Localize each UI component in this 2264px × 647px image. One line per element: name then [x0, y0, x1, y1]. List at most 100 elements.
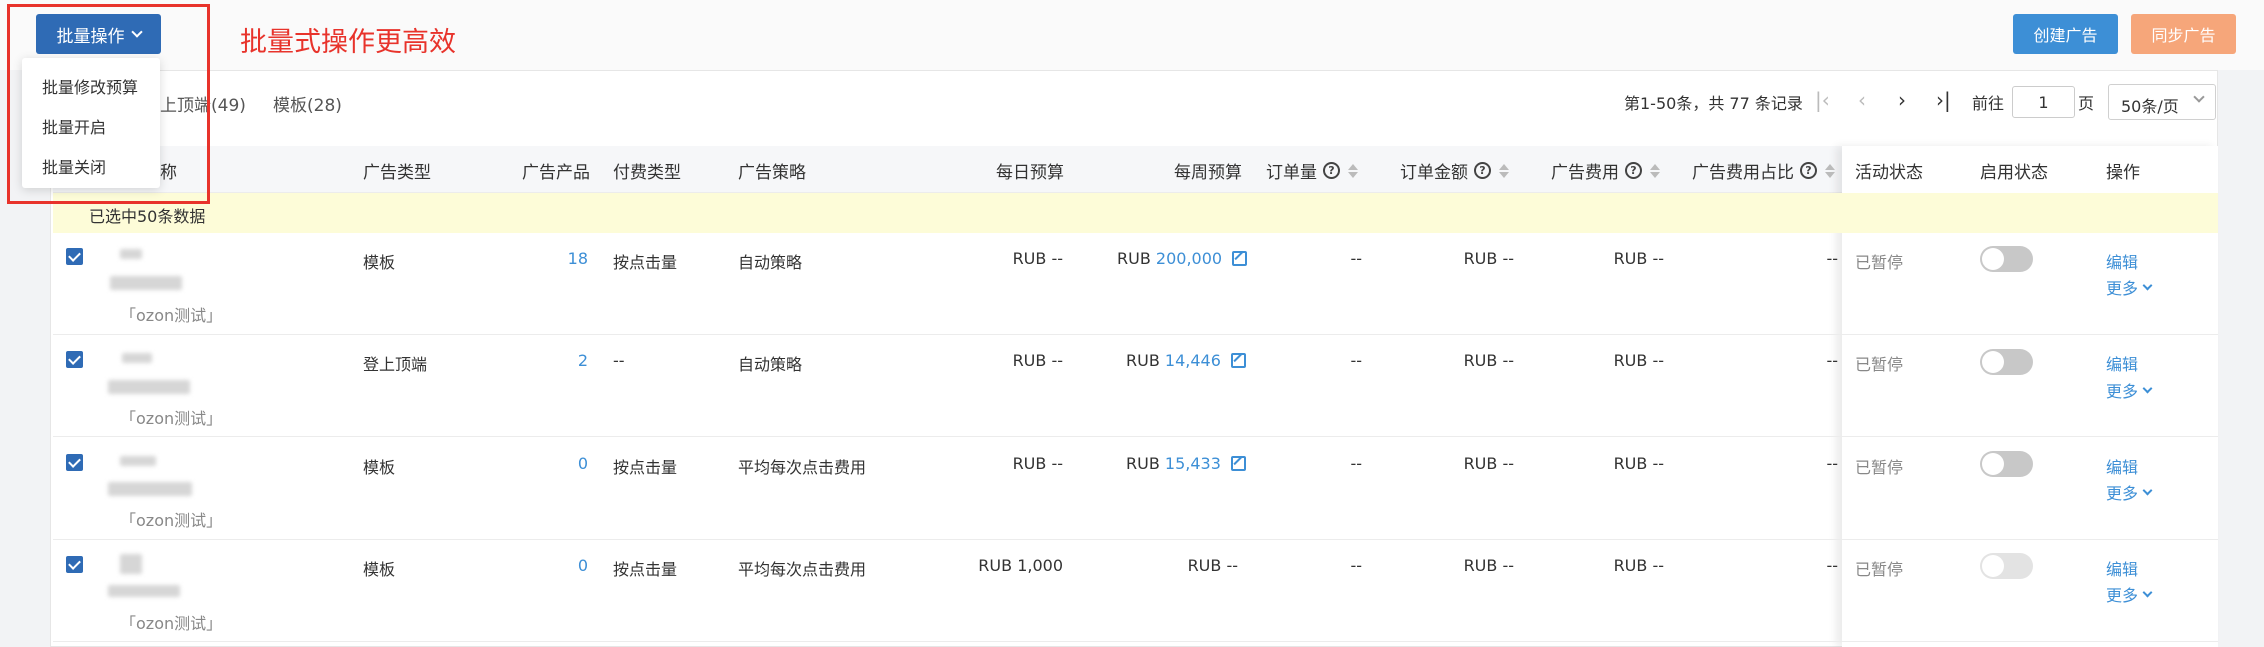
row-ad-type: 登上顶端 — [363, 355, 428, 374]
row-weekly-currency: RUB -- — [1187, 556, 1238, 575]
edit-link[interactable]: 编辑 — [2106, 556, 2138, 580]
enable-toggle[interactable] — [1980, 349, 2033, 375]
selection-banner: 已选中50条数据 — [53, 193, 2218, 233]
row-ad-cost: RUB -- — [1613, 556, 1664, 575]
blurred-name — [110, 276, 182, 290]
sort-icon[interactable] — [1825, 163, 1835, 178]
enable-toggle[interactable] — [1980, 553, 2033, 579]
prev-page-icon[interactable]: ‹ — [1858, 88, 1866, 112]
next-page-icon[interactable]: › — [1898, 88, 1906, 112]
tab-template[interactable]: 模板(28) — [273, 91, 342, 116]
col-orders[interactable]: 订单量 ? — [1266, 158, 1358, 183]
row-strategy: 平均每次点击费用 — [738, 458, 867, 477]
row-ad-cost: RUB -- — [1613, 351, 1664, 370]
col-cost-ratio-label: 广告费用占比 — [1692, 163, 1794, 183]
row-divider — [53, 334, 2218, 335]
help-icon[interactable]: ? — [1474, 162, 1491, 179]
page-number-input[interactable]: 1 — [2012, 86, 2075, 118]
help-icon[interactable]: ? — [1323, 162, 1340, 179]
col-cost-ratio[interactable]: 广告费用占比 ? — [1692, 158, 1835, 183]
row-ad-type: 模板 — [363, 560, 396, 579]
blurred-name — [108, 585, 180, 597]
row-orders: -- — [1350, 556, 1362, 575]
edit-link[interactable]: 编辑 — [2106, 249, 2138, 273]
enable-toggle[interactable] — [1980, 246, 2033, 272]
row-weekly-value[interactable]: 200,000 — [1156, 249, 1222, 268]
more-label: 更多 — [2106, 484, 2139, 503]
help-icon[interactable]: ? — [1800, 162, 1817, 179]
enable-toggle[interactable] — [1980, 451, 2033, 477]
row-products[interactable]: 0 — [500, 556, 588, 575]
row-checkbox[interactable] — [66, 248, 83, 265]
chevron-down-icon — [2142, 280, 2153, 291]
row-order-amount: RUB -- — [1463, 249, 1514, 268]
edit-icon[interactable] — [1230, 456, 1246, 471]
more-dropdown[interactable]: 更多 — [2106, 582, 2153, 606]
edit-link[interactable]: 编辑 — [2106, 351, 2138, 375]
row-activity-status: 已暂停 — [1855, 458, 1904, 477]
row-strategy: 自动策略 — [738, 355, 803, 374]
chevron-down-icon — [2142, 587, 2153, 598]
sort-icon[interactable] — [1650, 163, 1660, 178]
row-orders: -- — [1350, 351, 1362, 370]
col-strategy: 广告策略 — [738, 163, 806, 183]
row-products[interactable]: 0 — [500, 454, 588, 473]
page-size-select[interactable]: 50条/页 — [2108, 84, 2216, 120]
row-activity-status: 已暂停 — [1855, 253, 1904, 272]
row-strategy: 平均每次点击费用 — [738, 560, 867, 579]
row-strategy: 自动策略 — [738, 253, 803, 272]
goto-label: 前往 — [1972, 94, 2005, 113]
row-activity-status: 已暂停 — [1855, 560, 1904, 579]
col-order-amount[interactable]: 订单金额 ? — [1400, 158, 1509, 183]
row-weekly-currency: RUB — [1126, 351, 1160, 370]
row-orders: -- — [1350, 454, 1362, 473]
help-icon[interactable]: ? — [1625, 162, 1642, 179]
row-products[interactable]: 2 — [500, 351, 588, 370]
more-dropdown[interactable]: 更多 — [2106, 275, 2153, 299]
first-page-icon[interactable]: |‹ — [1815, 88, 1830, 112]
row-ad-type: 模板 — [363, 253, 396, 272]
row-cost-ratio: -- — [1826, 249, 1838, 268]
chevron-down-icon — [2193, 91, 2205, 103]
more-label: 更多 — [2106, 382, 2139, 401]
last-page-icon[interactable]: ›| — [1936, 88, 1951, 112]
col-pay-type: 付费类型 — [613, 163, 681, 183]
row-cost-ratio: -- — [1826, 351, 1838, 370]
blurred-name — [120, 554, 142, 574]
row-weekly-currency: RUB — [1117, 249, 1151, 268]
row-daily-budget: RUB 1,000 — [978, 556, 1063, 575]
edit-icon[interactable] — [1230, 353, 1246, 368]
sync-ad-button[interactable]: 同步广告 — [2131, 14, 2236, 54]
row-order-amount: RUB -- — [1463, 556, 1514, 575]
col-activity-status: 活动状态 — [1855, 163, 1923, 183]
row-weekly-value[interactable]: 15,433 — [1165, 454, 1221, 473]
row-weekly-currency: RUB — [1126, 454, 1160, 473]
row-order-amount: RUB -- — [1463, 454, 1514, 473]
row-orders: -- — [1350, 249, 1362, 268]
col-ad-cost[interactable]: 广告费用 ? — [1551, 158, 1660, 183]
sort-icon[interactable] — [1348, 163, 1358, 178]
edit-icon[interactable] — [1232, 251, 1248, 266]
row-products[interactable]: 18 — [500, 249, 588, 268]
blurred-name — [120, 249, 142, 259]
more-dropdown[interactable]: 更多 — [2106, 378, 2153, 402]
page-size-value: 50条/页 — [2121, 97, 2179, 116]
sort-icon[interactable] — [1499, 163, 1509, 178]
create-ad-button[interactable]: 创建广告 — [2013, 14, 2118, 54]
row-checkbox[interactable] — [66, 454, 83, 471]
more-dropdown[interactable]: 更多 — [2106, 480, 2153, 504]
edit-link[interactable]: 编辑 — [2106, 454, 2138, 478]
row-checkbox[interactable] — [66, 351, 83, 368]
highlight-annotation-box — [7, 4, 210, 204]
row-weekly-value[interactable]: 14,446 — [1165, 351, 1221, 370]
row-weekly-budget: RUB -- — [1100, 556, 1238, 575]
more-label: 更多 — [2106, 279, 2139, 298]
row-tag: 「ozon测试」 — [120, 409, 223, 428]
col-ad-cost-label: 广告费用 — [1551, 163, 1619, 183]
row-weekly-budget: RUB 200,000 — [1117, 249, 1248, 268]
blurred-name — [108, 380, 190, 394]
chevron-down-icon — [2142, 383, 2153, 394]
blurred-name — [120, 456, 156, 466]
row-weekly-budget: RUB 14,446 — [1126, 351, 1246, 370]
row-checkbox[interactable] — [66, 556, 83, 573]
